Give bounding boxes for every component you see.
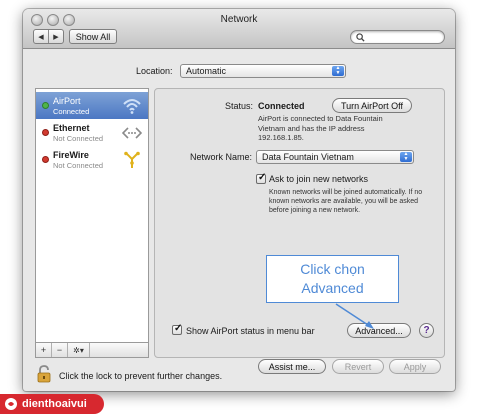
show-status-label: Show AirPort status in menu bar (186, 326, 315, 336)
gear-menu-button[interactable]: ✲▾ (68, 343, 90, 357)
status-dot-icon (42, 156, 49, 163)
service-item-firewire[interactable]: FireWire Not Connected (36, 146, 148, 173)
ask-join-label: Ask to join new networks (269, 174, 369, 184)
advanced-button[interactable]: Advanced... (347, 323, 411, 338)
show-all-button[interactable]: Show All (69, 29, 117, 44)
network-name-value: Data Fountain Vietnam (262, 152, 354, 162)
service-status: Not Connected (53, 134, 104, 143)
wifi-icon (123, 99, 141, 114)
ethernet-icon (122, 127, 142, 139)
back-forward-buttons: ◀ ▶ (33, 29, 64, 44)
status-dot-icon (42, 129, 49, 136)
ask-join-description: Known networks will be joined automatica… (269, 189, 423, 214)
popup-arrows-icon: ▲ ▼ (332, 66, 344, 76)
location-value: Automatic (186, 66, 227, 76)
apply-button[interactable]: Apply (389, 359, 441, 374)
service-status: Connected (53, 107, 90, 116)
forward-button[interactable]: ▶ (48, 30, 63, 43)
lock-message: Click the lock to prevent further change… (59, 371, 223, 381)
instruction-callout: Click chọn Advanced (266, 255, 399, 303)
location-label: Location: (136, 66, 173, 76)
service-item-ethernet[interactable]: Ethernet Not Connected (36, 119, 148, 146)
service-item-airport[interactable]: AirPort Connected (36, 92, 148, 119)
firewire-icon (124, 151, 140, 168)
status-dot-icon (42, 102, 49, 109)
network-preferences-window: Network ◀ ▶ Show All Location: Automatic… (23, 9, 455, 391)
help-button[interactable]: ? (419, 323, 434, 338)
turn-airport-off-button[interactable]: Turn AirPort Off (332, 98, 412, 113)
revert-button[interactable]: Revert (332, 359, 384, 374)
add-service-button[interactable]: + (36, 343, 52, 357)
popup-arrows-icon: ▲ ▼ (400, 152, 412, 162)
service-name: FireWire (53, 150, 89, 160)
show-status-checkbox[interactable] (172, 323, 182, 335)
remove-service-button[interactable]: − (52, 343, 68, 357)
brand-name: dienthoaivui (22, 398, 87, 410)
network-name-popup[interactable]: Data Fountain Vietnam ▲ ▼ (256, 150, 414, 164)
status-value: Connected (258, 101, 305, 111)
callout-line-1: Click chọn (300, 261, 365, 277)
service-name: Ethernet (53, 123, 90, 133)
service-list-toolbar: + − ✲▾ (35, 343, 149, 358)
window-title: Network (220, 14, 258, 25)
back-button[interactable]: ◀ (34, 30, 48, 43)
ask-join-checkbox[interactable] (256, 172, 266, 184)
service-status: Not Connected (53, 161, 104, 170)
search-icon (356, 33, 365, 42)
search-field[interactable] (350, 30, 445, 44)
status-description: AirPort is connected to Data Fountain Vi… (258, 114, 383, 142)
network-name-label: Network Name: (190, 152, 253, 162)
brand-logo-icon (5, 398, 17, 410)
brand-badge: dienthoaivui (0, 394, 104, 414)
title-bar: Network ◀ ▶ Show All (23, 9, 455, 49)
status-label: Status: (225, 101, 254, 111)
service-list: AirPort Connected Ethernet Not Connected… (35, 88, 149, 343)
location-popup[interactable]: Automatic ▲ ▼ (180, 64, 346, 78)
assist-me-button[interactable]: Assist me... (258, 359, 326, 374)
service-name: AirPort (53, 96, 81, 106)
lock-icon[interactable] (37, 365, 51, 383)
callout-line-2: Advanced (301, 280, 364, 296)
